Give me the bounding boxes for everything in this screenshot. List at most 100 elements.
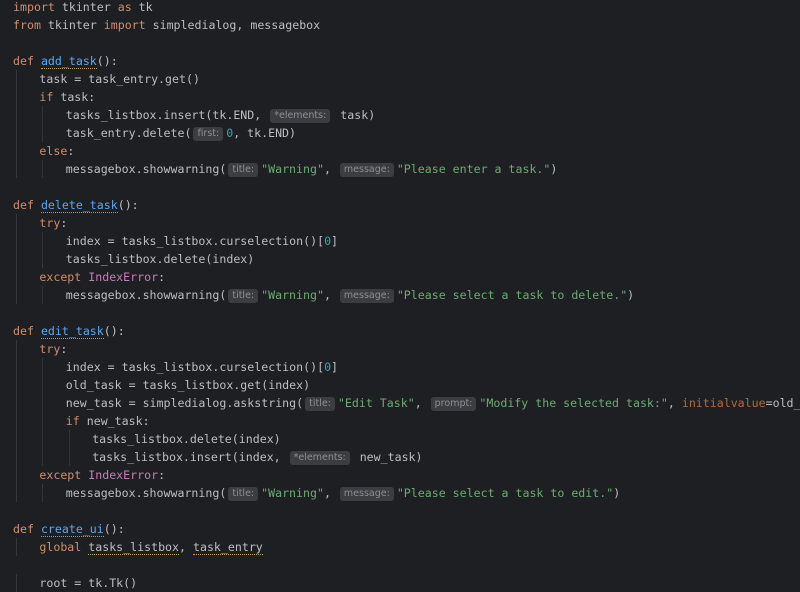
indent-guide (42, 106, 44, 124)
keyword-argument: initialvalue (681, 396, 766, 410)
code-editor[interactable]: import tkinter as tk from tkinter import … (0, 0, 800, 592)
parameter-hint: title: (228, 163, 259, 177)
string-token: "Warning" (261, 288, 324, 302)
keyword-token: as (117, 0, 132, 14)
code-line[interactable]: if task: (39, 88, 95, 106)
code-line[interactable]: messagebox.showwarning(title: "Warning", … (66, 484, 620, 502)
class-token: IndexError (88, 468, 159, 482)
code-text: (): (103, 522, 125, 536)
indent-guide (16, 88, 17, 106)
code-text: tasks_listbox.insert(index, (92, 450, 288, 464)
code-text: tkinter (54, 0, 118, 14)
code-line[interactable]: else: (39, 142, 74, 160)
code-line[interactable]: index = tasks_listbox.curselection()[0] (66, 358, 338, 376)
function-name: create_ui (40, 522, 104, 537)
code-line[interactable]: tasks_listbox.delete(index) (92, 430, 280, 448)
code-text: , (323, 162, 338, 176)
code-line[interactable]: if new_task: (66, 412, 150, 430)
indent-guide (16, 412, 17, 430)
keyword-token: try (39, 216, 61, 230)
code-text: new_task: (79, 414, 150, 428)
indent-guide (16, 106, 17, 124)
keyword-token: import (103, 18, 146, 32)
code-line[interactable]: import tkinter as tk (13, 0, 153, 16)
indent-guide (42, 358, 44, 376)
indent-guide (16, 160, 17, 178)
indent-guide (42, 394, 44, 412)
parameter-hint: message: (339, 289, 394, 303)
code-text: task = task_entry.get() (39, 72, 200, 86)
code-text: ] (331, 234, 339, 248)
indent-guide (42, 160, 44, 178)
parameter-hint: title: (228, 289, 259, 303)
string-token: "Please enter a task." (396, 162, 551, 176)
code-line[interactable]: def add_task(): (13, 52, 118, 70)
keyword-token: except (39, 270, 82, 284)
code-line[interactable]: try: (39, 214, 67, 232)
code-line[interactable]: task = task_entry.get() (39, 70, 200, 88)
code-text: , (414, 396, 429, 410)
indent-guide (42, 232, 44, 250)
indent-guide (16, 268, 17, 286)
code-text: tkinter (40, 18, 104, 32)
code-line[interactable]: index = tasks_listbox.curselection()[0] (66, 232, 338, 250)
indent-guide (16, 286, 17, 304)
code-line[interactable]: except IndexError: (39, 466, 165, 484)
keyword-token: from (13, 18, 41, 32)
string-token: "Modify the selected task:" (479, 396, 668, 410)
function-name: add_task (40, 54, 97, 69)
code-line[interactable]: tasks_listbox.delete(index) (66, 250, 254, 268)
code-line[interactable]: try: (39, 340, 67, 358)
string-token: "Edit Task" (337, 396, 415, 410)
code-line[interactable]: root = tk.Tk() (39, 574, 137, 592)
code-text: tasks_listbox.delete(index) (65, 252, 255, 266)
code-line[interactable]: def delete_task(): (13, 196, 139, 214)
code-text: ) (550, 162, 558, 176)
code-line[interactable]: messagebox.showwarning(title: "Warning", … (66, 286, 634, 304)
indent-guide (16, 376, 17, 394)
code-text: : (158, 468, 166, 482)
number-token: 0 (324, 360, 332, 374)
code-text: ) (613, 486, 621, 500)
code-line[interactable]: tasks_listbox.insert(tk.END, *elements: … (66, 106, 375, 124)
function-name: delete_task (40, 198, 118, 213)
function-name: edit_task (40, 324, 104, 339)
indent-guide (16, 394, 17, 412)
indent-guide (16, 430, 17, 448)
string-token: "Warning" (261, 486, 324, 500)
indent-guide (16, 484, 17, 502)
code-line[interactable]: except IndexError: (39, 268, 165, 286)
code-line[interactable]: tasks_listbox.insert(index, *elements: n… (92, 448, 423, 466)
code-text: tasks_listbox.insert(tk.END, (65, 108, 269, 122)
indent-guide (42, 286, 44, 304)
indent-guide (42, 250, 44, 268)
keyword-token: else (39, 144, 68, 158)
code-text: messagebox.showwarning( (65, 162, 227, 176)
code-line[interactable]: def edit_task(): (13, 322, 125, 340)
code-text: new_task = simpledialog.askstring( (65, 396, 304, 410)
code-line[interactable]: old_task = tasks_listbox.get(index) (66, 376, 310, 394)
parameter-hint: *elements: (270, 109, 331, 123)
string-token: "Please select a task to edit." (396, 486, 614, 500)
indent-guide (16, 340, 17, 358)
indent-guide (42, 124, 44, 142)
code-line[interactable]: new_task = simpledialog.askstring(title:… (66, 394, 800, 412)
code-line[interactable]: global tasks_listbox, task_entry (39, 538, 263, 556)
code-text: index = tasks_listbox.curselection()[ (65, 360, 325, 374)
code-line[interactable]: task_entry.delete(first: 0, tk.END) (66, 124, 296, 142)
code-line[interactable]: from tkinter import simpledialog, messag… (13, 16, 320, 34)
keyword-token: if (65, 414, 80, 428)
code-text: old_task = tasks_listbox.get(index) (65, 378, 311, 392)
code-line[interactable]: def create_ui(): (13, 520, 125, 538)
code-text: ] (331, 360, 339, 374)
string-token: "Please select a task to delete." (396, 288, 628, 302)
keyword-token: def (13, 54, 34, 68)
indent-guide (16, 232, 17, 250)
code-line[interactable]: messagebox.showwarning(title: "Warning", … (65, 160, 558, 178)
string-token: "Warning" (261, 162, 324, 176)
parameter-hint: message: (339, 163, 394, 177)
